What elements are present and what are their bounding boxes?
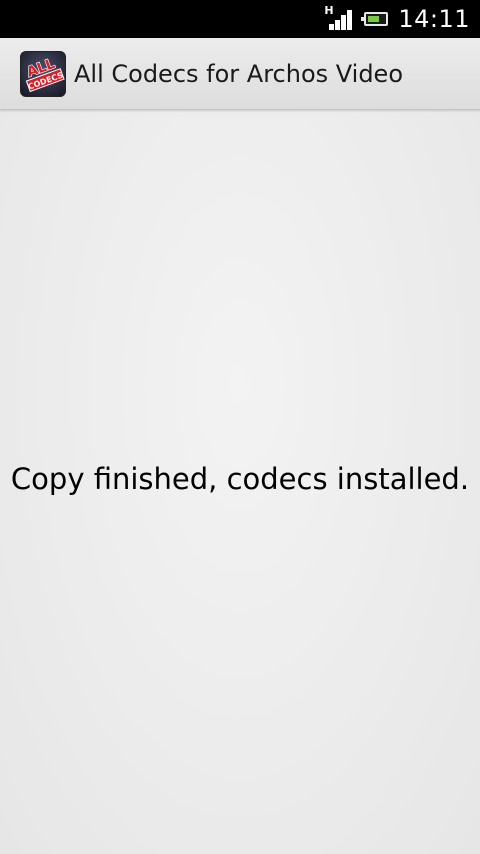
app-icon-artwork: ALL CODECS <box>24 55 65 92</box>
status-message: Copy finished, codecs installed. <box>10 462 470 496</box>
screen: H 14:11 ALL CODECS All Codecs for Archos… <box>0 0 480 854</box>
action-bar: ALL CODECS All Codecs for Archos Video <box>0 38 480 110</box>
signal-icon: H <box>324 4 354 32</box>
status-clock: 14:11 <box>398 5 470 33</box>
all-codecs-app-icon[interactable]: ALL CODECS <box>20 50 66 97</box>
status-icons: H 14:11 <box>324 0 470 38</box>
network-type-label: H <box>324 4 334 17</box>
battery-icon <box>361 12 389 26</box>
status-bar: H 14:11 <box>0 0 480 38</box>
app-title: All Codecs for Archos Video <box>74 59 404 88</box>
